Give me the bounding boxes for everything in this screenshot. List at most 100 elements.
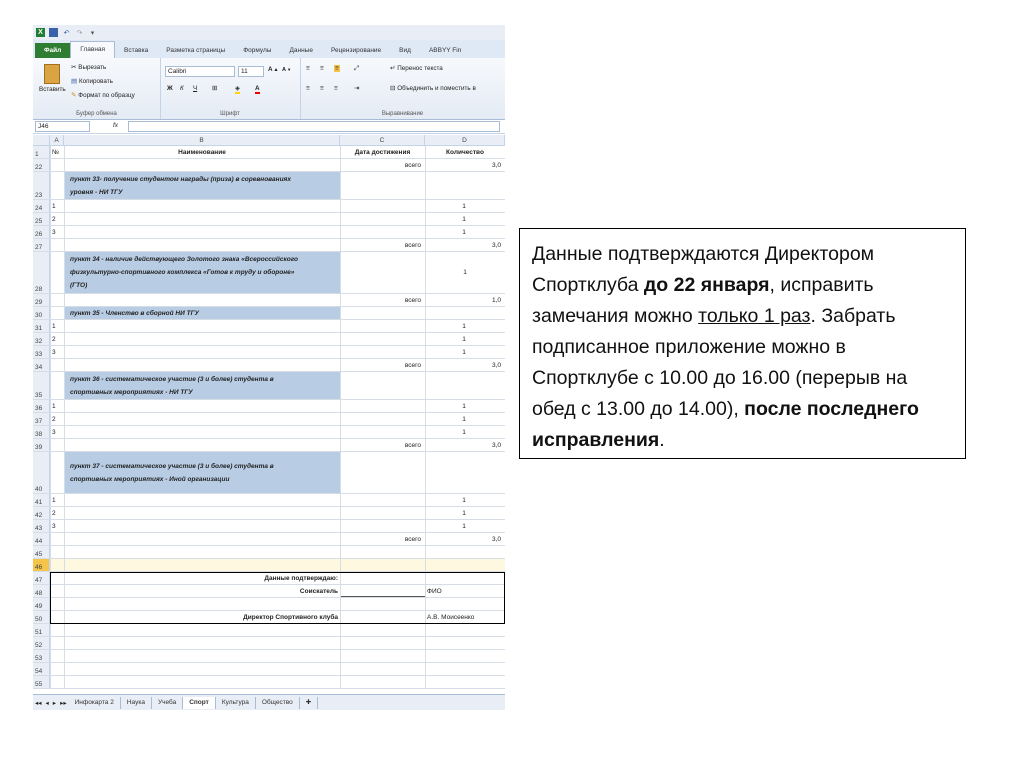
tab-6[interactable]: Рецензирование: [322, 43, 390, 58]
cell-b[interactable]: пункт 36 - систематическое участие (3 и …: [64, 372, 340, 399]
cell-c[interactable]: [340, 559, 425, 571]
cell-c[interactable]: [340, 426, 425, 438]
table-row[interactable]: 23 пункт 33- получение студентом награды …: [33, 172, 505, 200]
sheet-tab-5[interactable]: Общество: [256, 696, 300, 709]
cell-d[interactable]: [425, 676, 505, 688]
table-row[interactable]: 39 всего 3,0: [33, 439, 505, 452]
cell-c[interactable]: [340, 546, 425, 558]
table-row[interactable]: 54: [33, 663, 505, 676]
row-number[interactable]: 28: [33, 252, 50, 293]
row-number[interactable]: 41: [33, 494, 50, 506]
cell-c[interactable]: [340, 507, 425, 519]
fx-icon[interactable]: fx: [113, 122, 118, 129]
tab-5[interactable]: Данные: [280, 43, 321, 58]
cell-d[interactable]: [425, 663, 505, 675]
cell-b[interactable]: [64, 663, 340, 675]
redo-icon[interactable]: ↷: [75, 28, 84, 37]
cell-c[interactable]: Дата достижения: [340, 146, 425, 158]
cell-c[interactable]: [340, 637, 425, 649]
row-number[interactable]: 37: [33, 413, 50, 425]
row-number[interactable]: 48: [33, 585, 50, 597]
table-row[interactable]: 22 всего 3,0: [33, 159, 505, 172]
cell-c[interactable]: [340, 520, 425, 532]
table-row[interactable]: 43 3 1: [33, 520, 505, 533]
cut-button[interactable]: ✂ Вырезать: [71, 64, 106, 71]
cell-a[interactable]: [50, 172, 64, 199]
cell-b[interactable]: [64, 494, 340, 506]
merge-center-button[interactable]: ⊟ Объединить и поместить в: [390, 85, 476, 92]
cell-b[interactable]: пункт 35 - Членство в сборной НИ ТГУ: [64, 307, 340, 319]
cell-b[interactable]: [64, 400, 340, 412]
tab-8[interactable]: ABBYY Fin: [420, 43, 470, 58]
cell-b[interactable]: [64, 676, 340, 688]
row-number[interactable]: 26: [33, 226, 50, 238]
sheet-tab-2[interactable]: Учеба: [152, 696, 184, 709]
cell-c[interactable]: [340, 172, 425, 199]
row-number[interactable]: 33: [33, 346, 50, 358]
align-center-button[interactable]: ≡: [320, 85, 324, 92]
table-row[interactable]: 52: [33, 637, 505, 650]
cell-a[interactable]: 1: [50, 400, 64, 412]
column-header-rownum[interactable]: [33, 135, 50, 146]
align-top-button[interactable]: ≡: [306, 65, 310, 72]
cell-a[interactable]: [50, 559, 64, 571]
row-number[interactable]: 36: [33, 400, 50, 412]
sheet-nav-prev[interactable]: ◂: [44, 699, 51, 707]
customize-icon[interactable]: ▾: [88, 28, 97, 37]
table-row[interactable]: 55: [33, 676, 505, 689]
column-header-D[interactable]: D: [425, 135, 505, 146]
cell-d[interactable]: [425, 172, 505, 199]
cell-d[interactable]: [425, 546, 505, 558]
cell-b[interactable]: [64, 200, 340, 212]
align-middle-button[interactable]: ≡: [320, 65, 324, 72]
tab-2[interactable]: Вставка: [115, 43, 157, 58]
cell-d[interactable]: 1: [425, 413, 505, 425]
table-row[interactable]: 36 1 1: [33, 400, 505, 413]
cell-c[interactable]: [340, 307, 425, 319]
column-header-C[interactable]: C: [340, 135, 425, 146]
cell-c[interactable]: всего: [340, 533, 425, 545]
align-left-button[interactable]: ≡: [306, 85, 310, 92]
table-row[interactable]: 24 1 1: [33, 200, 505, 213]
table-row[interactable]: 42 2 1: [33, 507, 505, 520]
row-number[interactable]: 32: [33, 333, 50, 345]
cell-a[interactable]: 3: [50, 520, 64, 532]
cell-b[interactable]: пункт 34 - наличие действующего Золотого…: [64, 252, 340, 293]
table-row[interactable]: 33 3 1: [33, 346, 505, 359]
cell-d[interactable]: 3,0: [425, 159, 505, 171]
row-number[interactable]: 47: [33, 572, 50, 584]
row-number[interactable]: 44: [33, 533, 50, 545]
cell-b[interactable]: [64, 533, 340, 545]
undo-icon[interactable]: ↶: [62, 28, 71, 37]
cell-a[interactable]: [50, 637, 64, 649]
font-size-select[interactable]: 11: [238, 66, 264, 77]
sheet-nav-first[interactable]: ◂◂: [33, 699, 44, 707]
cell-a[interactable]: [50, 676, 64, 688]
insert-sheet-icon[interactable]: ✚: [300, 696, 319, 709]
underline-button[interactable]: Ч: [193, 85, 197, 92]
row-number[interactable]: 38: [33, 426, 50, 438]
table-row[interactable]: 31 1 1: [33, 320, 505, 333]
cell-d[interactable]: [425, 452, 505, 493]
cell-c[interactable]: [340, 663, 425, 675]
row-number[interactable]: 54: [33, 663, 50, 675]
italic-button[interactable]: К: [180, 85, 184, 92]
row-number[interactable]: 55: [33, 676, 50, 688]
indent-button[interactable]: ⇥: [354, 85, 359, 92]
row-number[interactable]: 30: [33, 307, 50, 319]
cell-a[interactable]: [50, 546, 64, 558]
cell-b[interactable]: [64, 637, 340, 649]
cell-c[interactable]: всего: [340, 239, 425, 251]
cell-c[interactable]: [340, 372, 425, 399]
table-row[interactable]: 26 3 1: [33, 226, 505, 239]
table-row[interactable]: 37 2 1: [33, 413, 505, 426]
cell-c[interactable]: [340, 400, 425, 412]
row-number[interactable]: 39: [33, 439, 50, 451]
row-number[interactable]: 27: [33, 239, 50, 251]
table-row[interactable]: 35 пункт 36 - систематическое участие (3 …: [33, 372, 505, 400]
align-right-button[interactable]: ≡: [334, 85, 338, 92]
cell-a[interactable]: [50, 359, 64, 371]
row-number[interactable]: 40: [33, 452, 50, 493]
table-row[interactable]: 27 всего 3,0: [33, 239, 505, 252]
cell-b[interactable]: [64, 226, 340, 238]
